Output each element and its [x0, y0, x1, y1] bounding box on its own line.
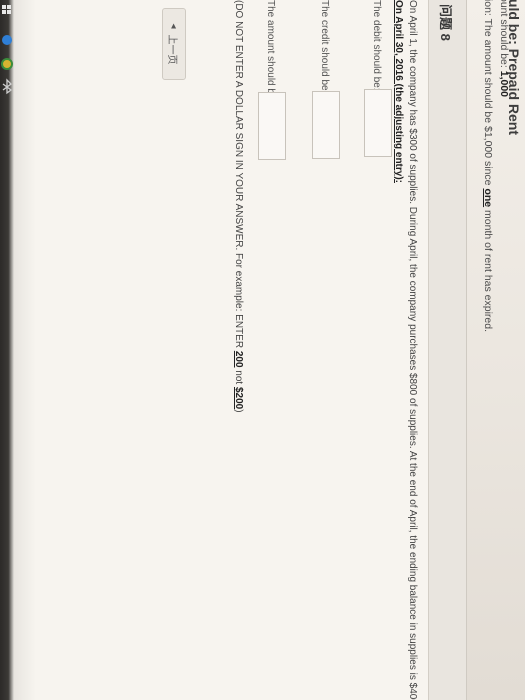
photo-scene: should be: Prepaid Rent ount should be: … — [0, 0, 525, 700]
adjusting-entry-label: On April 30, 2016 (the adjusting entry): — [393, 0, 404, 183]
amount-answer-field[interactable] — [258, 92, 286, 160]
question-card: 问题 8 On April 1, the company has $300 of… — [0, 0, 467, 700]
bluetooth-icon[interactable] — [2, 78, 13, 95]
question-text: On April 1, the company has $300 of supp… — [391, 0, 419, 700]
debit-answer-field[interactable] — [364, 89, 392, 157]
previous-question-feedback: should be: Prepaid Rent ount should be: … — [467, 0, 523, 700]
previous-amount-line: ount should be: 1,000 — [498, 0, 510, 98]
previous-page-label: 上一页 — [166, 34, 178, 65]
taskbar-icons — [1, 5, 13, 95]
amount-label: The amount should be: — [265, 0, 276, 103]
windows-icon[interactable] — [2, 5, 11, 14]
question-body: On April 1, the company has $300 of supp… — [407, 0, 418, 700]
previous-page-button[interactable]: ◂ 上一页 — [162, 8, 186, 80]
question-header: 问题 8 — [428, 0, 466, 700]
question-title: 问题 8 — [438, 4, 453, 41]
credit-label: The credit should be: — [319, 0, 330, 94]
credit-answer-field[interactable] — [312, 91, 340, 159]
dollar-sign-note: (DO NOT ENTER A DOLLAR SIGN IN YOUR ANSW… — [233, 0, 244, 413]
previous-explanation: tion: The amount should be $1,000 since … — [482, 0, 494, 333]
edge-icon[interactable] — [2, 35, 12, 45]
debit-label: The debit should be: — [371, 0, 382, 91]
left-arrow-icon: ◂ — [168, 23, 180, 29]
chrome-icon[interactable] — [1, 58, 13, 70]
rotated-screen: should be: Prepaid Rent ount should be: … — [0, 0, 523, 700]
taskbar-edge — [0, 0, 14, 700]
